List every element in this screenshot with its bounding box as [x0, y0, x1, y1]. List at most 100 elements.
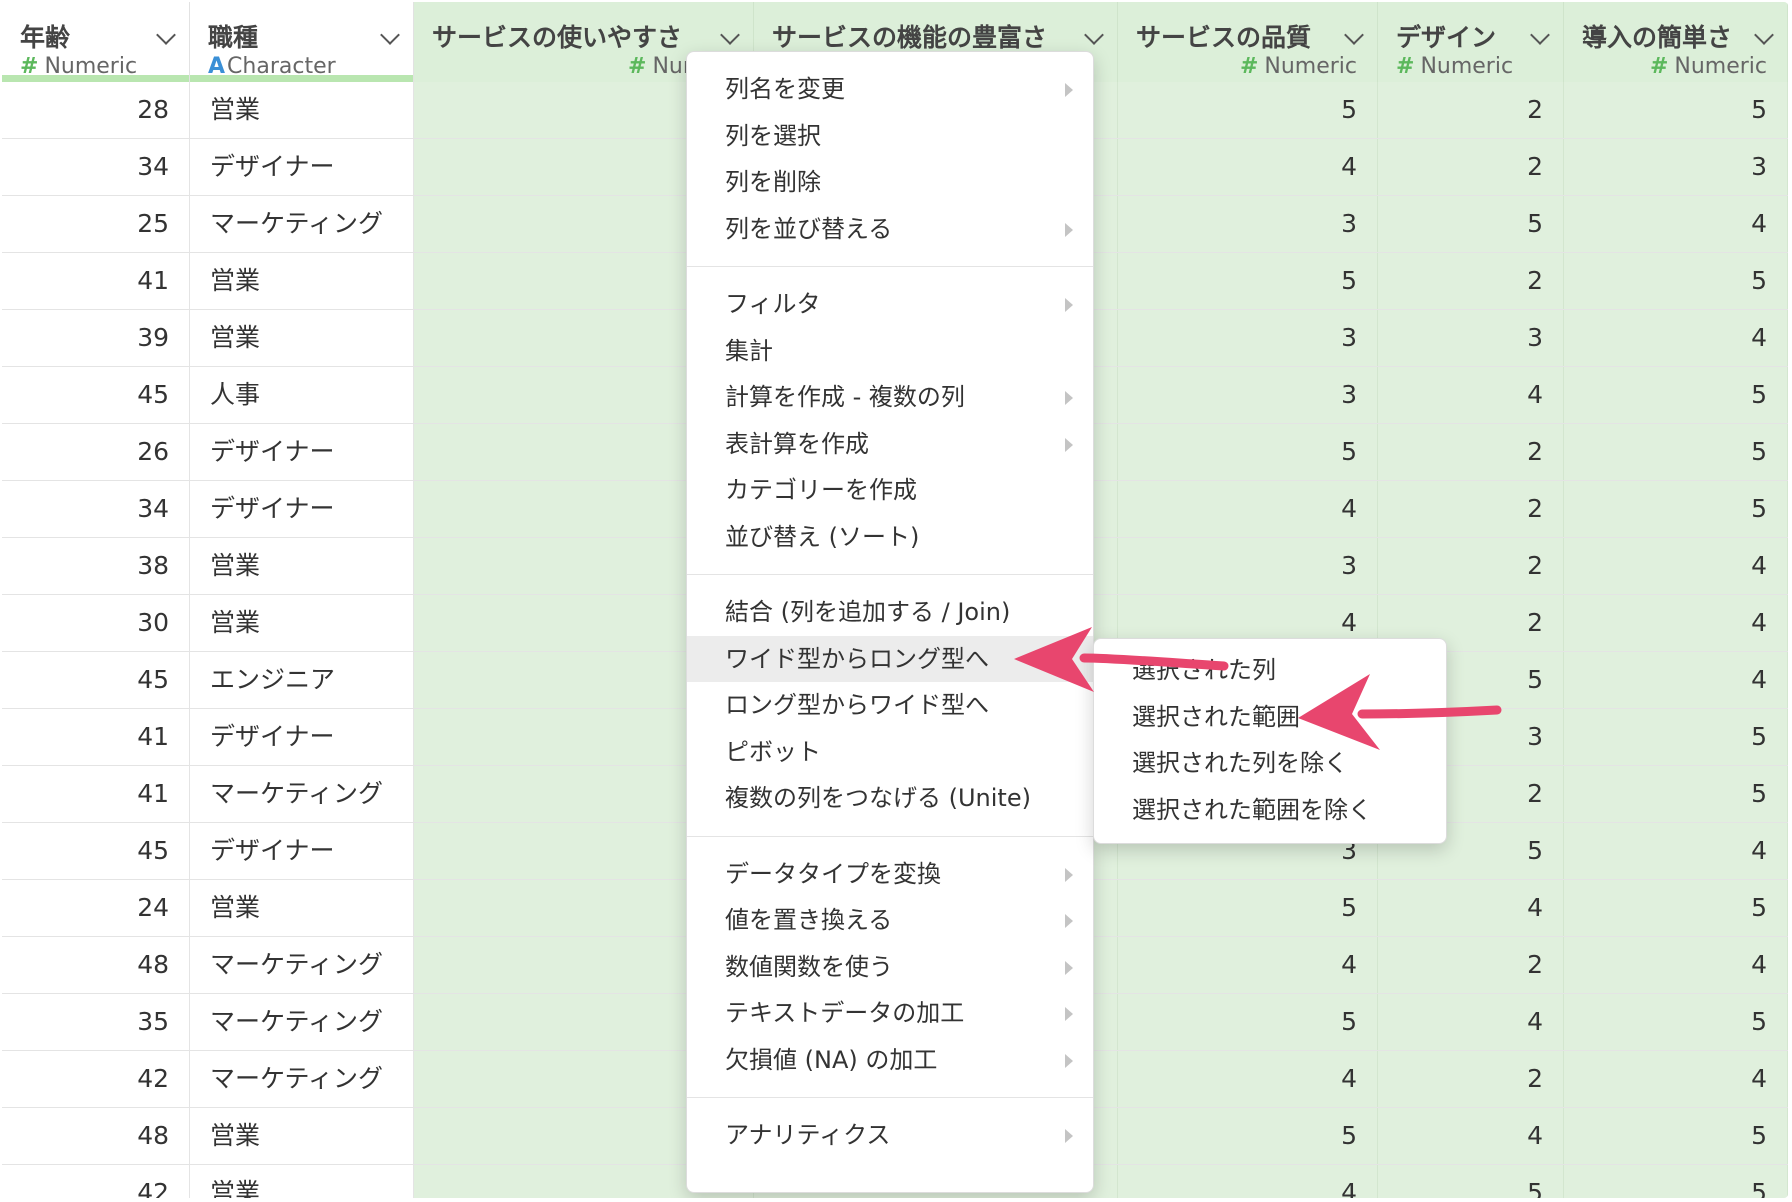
menu-item[interactable]: 表計算を作成 — [687, 421, 1093, 467]
table-cell[interactable]: 41 — [2, 766, 190, 822]
menu-item[interactable]: ワイド型からロング型へ — [687, 635, 1093, 682]
table-cell[interactable]: マーケティング — [190, 994, 414, 1050]
table-cell[interactable]: 45 — [2, 823, 190, 879]
table-cell[interactable]: 5 — [1564, 481, 1788, 537]
table-cell[interactable]: 5 — [1118, 880, 1378, 936]
table-cell[interactable]: 4 — [1564, 823, 1788, 879]
table-cell[interactable]: 45 — [2, 367, 190, 423]
table-cell[interactable]: 5 — [1118, 994, 1378, 1050]
table-cell[interactable]: 3 — [1118, 310, 1378, 366]
table-cell[interactable]: 4 — [1564, 652, 1788, 708]
menu-item[interactable]: カテゴリーを作成 — [687, 467, 1093, 513]
submenu-item[interactable]: 選択された列を除く — [1094, 740, 1446, 786]
table-cell[interactable]: 45 — [2, 652, 190, 708]
table-cell[interactable]: デザイナー — [190, 481, 414, 537]
column-header-1[interactable]: 職種 ACharacter — [190, 2, 414, 82]
menu-item[interactable]: 列を並び替える — [687, 206, 1093, 252]
table-cell[interactable]: 38 — [2, 538, 190, 594]
table-cell[interactable]: 25 — [2, 196, 190, 252]
table-cell[interactable]: 3 — [1378, 310, 1564, 366]
table-cell[interactable]: 5 — [1564, 424, 1788, 480]
table-cell[interactable]: デザイナー — [190, 709, 414, 765]
menu-item[interactable]: 欠損値 (NA) の加工 — [687, 1037, 1093, 1083]
table-cell[interactable]: マーケティング — [190, 1051, 414, 1107]
table-cell[interactable]: 営業 — [190, 253, 414, 309]
table-cell[interactable]: 5 — [1378, 1165, 1564, 1198]
table-cell[interactable]: 42 — [2, 1051, 190, 1107]
table-cell[interactable]: デザイナー — [190, 823, 414, 879]
table-cell[interactable]: 2 — [1378, 538, 1564, 594]
table-cell[interactable]: 2 — [1378, 253, 1564, 309]
menu-item[interactable]: 集計 — [687, 328, 1093, 374]
menu-item[interactable]: 数値関数を使う — [687, 944, 1093, 990]
table-cell[interactable]: 3 — [1564, 139, 1788, 195]
table-cell[interactable]: 5 — [1564, 709, 1788, 765]
table-cell[interactable]: 5 — [1564, 1108, 1788, 1164]
table-cell[interactable]: 5 — [1118, 424, 1378, 480]
table-cell[interactable]: 4 — [1118, 1051, 1378, 1107]
chevron-down-icon[interactable] — [1084, 25, 1104, 45]
table-cell[interactable]: 28 — [2, 82, 190, 138]
table-cell[interactable]: エンジニア — [190, 652, 414, 708]
menu-item[interactable]: 計算を作成 - 複数の列 — [687, 374, 1093, 420]
table-cell[interactable]: 5 — [1564, 1165, 1788, 1198]
menu-item[interactable]: 列を削除 — [687, 159, 1093, 205]
column-header-4[interactable]: サービスの品質 # Numeric — [1118, 2, 1378, 82]
table-cell[interactable]: 2 — [1378, 139, 1564, 195]
menu-item[interactable]: 列名を変更 — [687, 66, 1093, 112]
table-cell[interactable]: マーケティング — [190, 196, 414, 252]
table-cell[interactable]: 34 — [2, 139, 190, 195]
table-cell[interactable]: 34 — [2, 481, 190, 537]
menu-item[interactable]: 結合 (列を追加する / Join) — [687, 589, 1093, 635]
menu-item[interactable]: 列を選択 — [687, 113, 1093, 159]
table-cell[interactable]: 30 — [2, 595, 190, 651]
chevron-down-icon[interactable] — [1344, 25, 1364, 45]
table-cell[interactable]: 4 — [1564, 595, 1788, 651]
column-header-0[interactable]: 年齢 # Numeric — [2, 2, 190, 82]
table-cell[interactable]: 4 — [1378, 994, 1564, 1050]
table-cell[interactable]: 3 — [1118, 367, 1378, 423]
menu-item[interactable]: ピボット — [687, 729, 1093, 775]
menu-item[interactable]: ロング型からワイド型へ — [687, 682, 1093, 728]
table-cell[interactable]: マーケティング — [190, 937, 414, 993]
table-cell[interactable]: 営業 — [190, 1108, 414, 1164]
menu-item[interactable]: 並び替え (ソート) — [687, 514, 1093, 560]
table-cell[interactable]: 42 — [2, 1165, 190, 1198]
table-cell[interactable]: 4 — [1378, 1108, 1564, 1164]
table-cell[interactable]: 2 — [1378, 481, 1564, 537]
table-cell[interactable]: 2 — [1378, 82, 1564, 138]
table-cell[interactable]: 4 — [1564, 1051, 1788, 1107]
table-cell[interactable]: 5 — [1378, 196, 1564, 252]
table-cell[interactable]: 4 — [1564, 937, 1788, 993]
table-cell[interactable]: 3 — [1118, 538, 1378, 594]
table-cell[interactable]: 5 — [1118, 1108, 1378, 1164]
table-cell[interactable]: 5 — [1564, 82, 1788, 138]
table-cell[interactable]: 5 — [1564, 880, 1788, 936]
table-cell[interactable]: 4 — [1564, 310, 1788, 366]
column-header-6[interactable]: 導入の簡単さ # Numeric — [1564, 2, 1788, 82]
table-cell[interactable]: 5 — [1564, 367, 1788, 423]
chevron-down-icon[interactable] — [1530, 25, 1550, 45]
table-cell[interactable]: 営業 — [190, 538, 414, 594]
table-cell[interactable]: 4 — [1564, 538, 1788, 594]
table-cell[interactable]: 48 — [2, 1108, 190, 1164]
table-cell[interactable]: マーケティング — [190, 766, 414, 822]
chevron-down-icon[interactable] — [1754, 25, 1774, 45]
menu-item[interactable]: フィルタ — [687, 281, 1093, 327]
chevron-down-icon[interactable] — [720, 25, 740, 45]
table-cell[interactable]: 4 — [1118, 481, 1378, 537]
table-cell[interactable]: 41 — [2, 253, 190, 309]
table-cell[interactable]: 2 — [1378, 424, 1564, 480]
column-header-5[interactable]: デザイン # Numeric — [1378, 2, 1564, 82]
table-cell[interactable]: 5 — [1564, 253, 1788, 309]
chevron-down-icon[interactable] — [380, 25, 400, 45]
table-cell[interactable]: 営業 — [190, 880, 414, 936]
table-cell[interactable]: 営業 — [190, 595, 414, 651]
table-cell[interactable]: 人事 — [190, 367, 414, 423]
menu-item[interactable]: テキストデータの加工 — [687, 990, 1093, 1036]
table-cell[interactable]: 5 — [1564, 766, 1788, 822]
table-cell[interactable]: 4 — [1118, 139, 1378, 195]
table-cell[interactable]: 39 — [2, 310, 190, 366]
table-cell[interactable]: 5 — [1118, 253, 1378, 309]
table-cell[interactable]: 48 — [2, 937, 190, 993]
